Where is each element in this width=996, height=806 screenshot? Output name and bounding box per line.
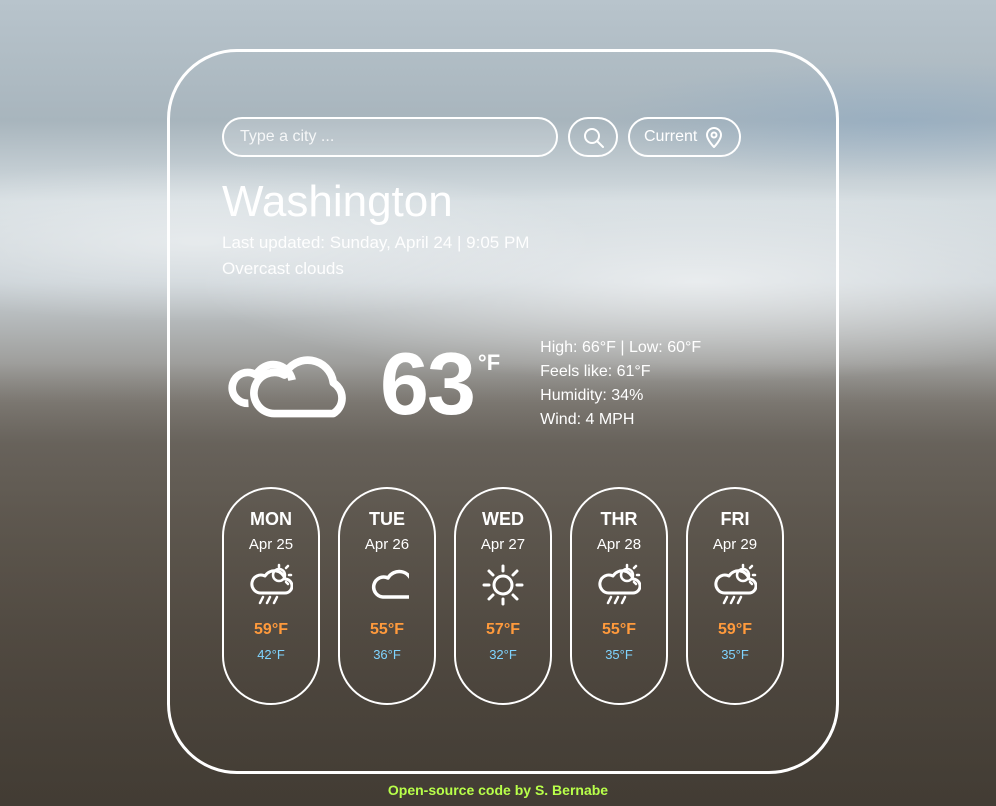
day-high: 59°F	[254, 621, 288, 639]
forecast-day: WED Apr 27 57°F 32°F	[454, 487, 552, 705]
day-low: 36°F	[373, 647, 401, 662]
feels-like-text: Feels like: 61°F	[540, 363, 701, 381]
rain-sun-icon	[249, 563, 293, 607]
day-name: TUE	[369, 509, 405, 530]
day-date: Apr 25	[249, 536, 293, 553]
day-low: 35°F	[605, 647, 633, 662]
weather-card: Current Washington Last updated: Sunday,…	[167, 49, 839, 774]
day-name: THR	[601, 509, 638, 530]
sun-icon	[481, 563, 525, 607]
day-high: 57°F	[486, 621, 520, 639]
cloud-icon	[365, 563, 409, 607]
day-low: 35°F	[721, 647, 749, 662]
location-pin-icon	[703, 126, 725, 148]
day-date: Apr 29	[713, 536, 757, 553]
city-name: Washington	[222, 177, 784, 227]
temperature-unit: °F	[478, 350, 500, 376]
search-row: Current	[222, 117, 784, 157]
day-date: Apr 26	[365, 536, 409, 553]
cloud-icon	[222, 339, 352, 429]
weather-details: High: 66°F | Low: 60°F Feels like: 61°F …	[540, 339, 701, 429]
temperature-value: 63	[380, 344, 474, 423]
temperature: 63 °F	[380, 344, 500, 423]
high-low-text: High: 66°F | Low: 60°F	[540, 339, 701, 357]
forecast-day: MON Apr 25 59°F 42°F	[222, 487, 320, 705]
day-high: 59°F	[718, 621, 752, 639]
forecast-day: FRI Apr 29 59°F 35°F	[686, 487, 784, 705]
day-name: MON	[250, 509, 292, 530]
day-low: 42°F	[257, 647, 285, 662]
day-date: Apr 27	[481, 536, 525, 553]
day-name: FRI	[721, 509, 750, 530]
footer-credit[interactable]: Open-source code by S. Bernabe	[0, 782, 996, 798]
current-button-label: Current	[644, 128, 697, 146]
rain-sun-icon	[597, 563, 641, 607]
day-high: 55°F	[602, 621, 636, 639]
current-weather-row: 63 °F High: 66°F | Low: 60°F Feels like:…	[222, 339, 784, 429]
search-input[interactable]	[222, 117, 558, 157]
day-name: WED	[482, 509, 524, 530]
day-low: 32°F	[489, 647, 517, 662]
search-icon	[582, 126, 604, 148]
day-high: 55°F	[370, 621, 404, 639]
last-updated: Last updated: Sunday, April 24 | 9:05 PM	[222, 233, 784, 253]
humidity-text: Humidity: 34%	[540, 387, 701, 405]
wind-text: Wind: 4 MPH	[540, 411, 701, 429]
rain-sun-icon	[713, 563, 757, 607]
day-date: Apr 28	[597, 536, 641, 553]
condition-text: Overcast clouds	[222, 259, 784, 279]
forecast-day: THR Apr 28 55°F 35°F	[570, 487, 668, 705]
forecast-day: TUE Apr 26 55°F 36°F	[338, 487, 436, 705]
search-button[interactable]	[568, 117, 618, 157]
current-location-button[interactable]: Current	[628, 117, 741, 157]
forecast-row: MON Apr 25 59°F 42°F TUE Apr 26 55°F 36°F WED Apr…	[222, 487, 784, 705]
